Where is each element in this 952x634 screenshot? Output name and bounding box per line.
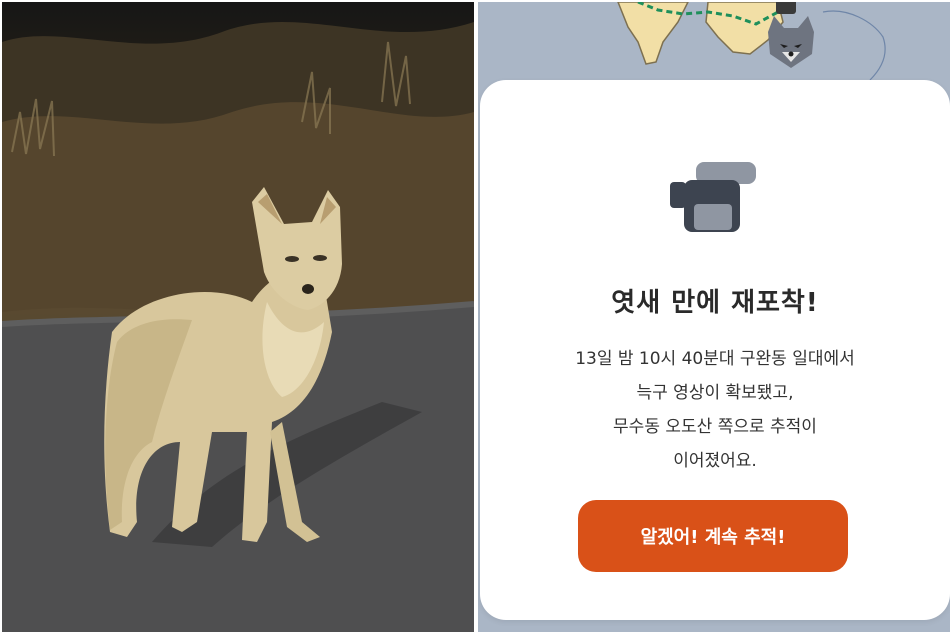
tracking-map[interactable] <box>478 2 950 82</box>
wolf-photo <box>2 2 474 632</box>
dialog-message-line: 늑구 영상이 확보됐고, <box>636 383 794 403</box>
notice-dialog: 엿새 만에 재포착! 13일 밤 10시 40분대 구완동 일대에서 늑구 영상… <box>480 80 950 620</box>
confirm-button[interactable]: 알겠어! 계속 추적! <box>578 500 848 572</box>
dialog-message: 13일 밤 10시 40분대 구완동 일대에서 늑구 영상이 확보됐고, 무수동… <box>480 342 950 478</box>
video-camera-icon <box>670 162 756 232</box>
wolf-photo-illustration <box>2 22 474 632</box>
dialog-title: 엿새 만에 재포착! <box>611 288 819 318</box>
app-screen: 엿새 만에 재포착! 13일 밤 10시 40분대 구완동 일대에서 늑구 영상… <box>478 2 950 632</box>
dialog-message-line: 무수동 오도산 쪽으로 추적이 <box>613 417 817 437</box>
dialog-message-line: 13일 밤 10시 40분대 구완동 일대에서 <box>575 349 855 369</box>
dialog-message-line: 이어졌어요. <box>673 451 757 471</box>
